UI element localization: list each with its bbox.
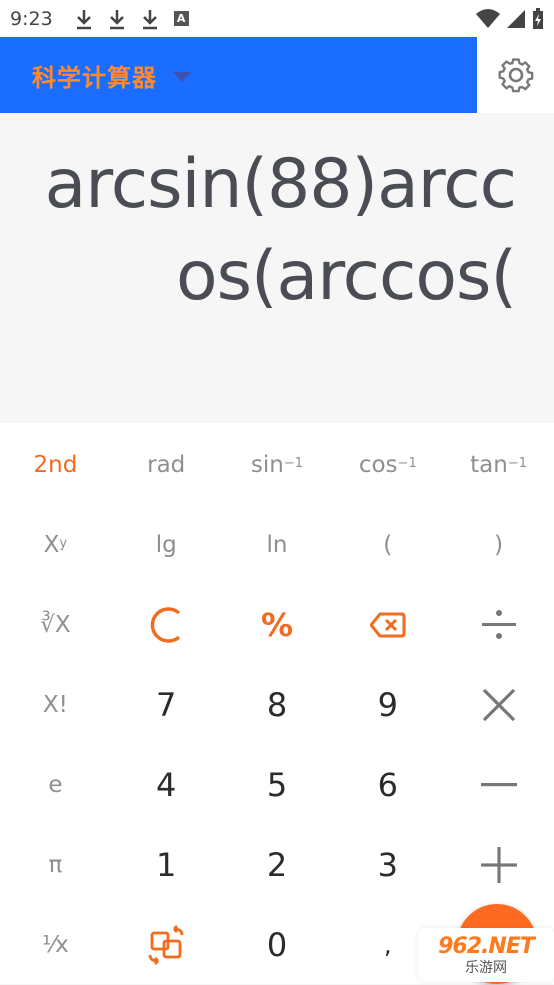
keypad-row-1: 2nd rad sin −1 cos −1 tan −1 — [0, 425, 554, 505]
wifi-icon — [476, 8, 500, 28]
settings-button[interactable] — [477, 37, 554, 113]
swap-icon — [148, 925, 184, 965]
backspace-icon — [369, 612, 406, 638]
watermark-site: 乐游网 — [465, 959, 507, 976]
multiply-key[interactable] — [443, 665, 554, 745]
arctan-key[interactable]: tan −1 — [443, 425, 554, 505]
minus-icon — [480, 783, 517, 787]
download-icon — [76, 9, 91, 29]
status-time: 9:23 — [10, 7, 53, 30]
digit-9-key[interactable]: 9 — [332, 665, 443, 745]
keypad-row-3: ∛X % — [0, 585, 554, 665]
cube-root-key[interactable]: ∛X — [0, 585, 111, 665]
keypad-row-2: Xy lg ln ( ) — [0, 505, 554, 585]
reciprocal-key[interactable]: ¹⁄x — [0, 905, 111, 985]
notification-a-icon: A — [173, 11, 189, 26]
open-paren-key[interactable]: ( — [332, 505, 443, 585]
clear-key[interactable] — [111, 585, 222, 665]
divide-icon — [481, 610, 516, 639]
dropdown-caret-icon[interactable] — [173, 71, 191, 82]
clear-icon — [150, 607, 181, 643]
digit-5-key[interactable]: 5 — [222, 745, 333, 825]
digit-6-key[interactable]: 6 — [332, 745, 443, 825]
expression-line-1: arcsin(88)arcc — [44, 145, 517, 224]
keypad-row-5: e 4 5 6 — [0, 745, 554, 825]
watermark-logo: 962.NET 乐游网 — [418, 928, 554, 982]
digit-2-key[interactable]: 2 — [222, 825, 333, 905]
keypad-row-4: X! 7 8 9 — [0, 665, 554, 745]
power-key[interactable]: Xy — [0, 505, 111, 585]
factorial-key[interactable]: X! — [0, 665, 111, 745]
watermark-text: 962.NET — [438, 933, 535, 959]
digit-3-key[interactable]: 3 — [332, 825, 443, 905]
battery-icon — [533, 7, 543, 29]
expression-line-2: os(arccos( — [175, 237, 517, 316]
minus-key[interactable] — [443, 745, 554, 825]
download-icon — [109, 9, 124, 29]
signal-icon — [507, 9, 525, 28]
status-bar: 9:23 A — [0, 0, 554, 37]
plus-key[interactable] — [443, 825, 554, 905]
percent-key[interactable]: % — [222, 585, 333, 665]
swap-keypad-key[interactable] — [111, 905, 222, 985]
log10-key[interactable]: lg — [111, 505, 222, 585]
close-paren-key[interactable]: ) — [443, 505, 554, 585]
ln-key[interactable]: ln — [222, 505, 333, 585]
digit-0-key[interactable]: 0 — [222, 905, 333, 985]
expression-text: arcsin(88)arcc os(arccos( — [16, 139, 517, 323]
digit-1-key[interactable]: 1 — [111, 825, 222, 905]
calculator-mode-title[interactable]: 科学计算器 — [32, 58, 157, 93]
keypad: 2nd rad sin −1 cos −1 tan −1 Xy lg ln ( ) ∛… — [0, 423, 554, 984]
divide-key[interactable] — [443, 585, 554, 665]
digit-7-key[interactable]: 7 — [111, 665, 222, 745]
multiply-icon — [482, 688, 515, 722]
pi-key[interactable]: π — [0, 825, 111, 905]
backspace-key[interactable] — [332, 585, 443, 665]
plus-icon — [480, 847, 517, 883]
expression-display: arcsin(88)arcc os(arccos( — [0, 113, 554, 423]
arccos-key[interactable]: cos −1 — [332, 425, 443, 505]
euler-key[interactable]: e — [0, 745, 111, 825]
download-icon — [142, 9, 157, 29]
rad-key[interactable]: rad — [111, 425, 222, 505]
digit-8-key[interactable]: 8 — [222, 665, 333, 745]
arcsin-key[interactable]: sin −1 — [222, 425, 333, 505]
second-function-key[interactable]: 2nd — [0, 425, 111, 505]
digit-4-key[interactable]: 4 — [111, 745, 222, 825]
app-bar: 科学计算器 — [0, 37, 477, 113]
gear-icon — [498, 58, 533, 93]
keypad-row-6: π 1 2 3 — [0, 825, 554, 905]
